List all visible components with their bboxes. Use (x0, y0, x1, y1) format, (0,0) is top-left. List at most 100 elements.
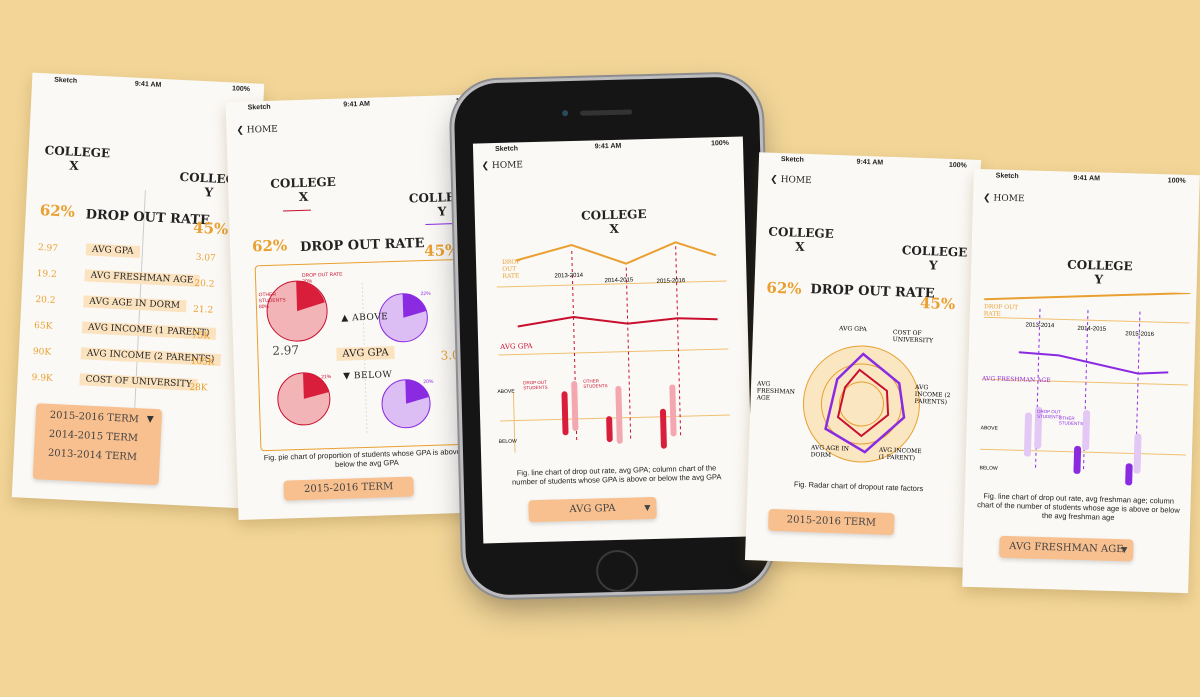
battery-label: 100% (231, 85, 251, 94)
college-x-title: COLLEGE X (768, 225, 834, 255)
metric-dropdown[interactable]: AVG GPA ▼ (528, 496, 657, 523)
y-drop-rate: 45% (919, 293, 956, 314)
pie-x-below-pct: 21% (321, 374, 332, 381)
term-option[interactable]: 2014-2015 TERM (49, 429, 147, 445)
term-button[interactable]: 2015-2016 TERM (767, 508, 895, 536)
avg-gpa-axis-label: AVG GPA (500, 342, 533, 351)
x-metric-value: 20.2 (35, 295, 56, 306)
x-metric-value: 65K (33, 320, 53, 332)
metric-row: 90K AVG INCOME (2 PARENTS) 105K (18, 344, 251, 371)
x-metric-value: 2.97 (37, 243, 59, 255)
status-bar: Sketch 9:41 AM 100% (32, 73, 264, 98)
above-label: ▲ ABOVE (341, 312, 389, 324)
metric-row: 2.97 AVG GPA 3.07 (24, 240, 257, 267)
drop-out-axis-label: DROP OUT RATE (501, 258, 521, 280)
term-tick: 2014-2015 (1077, 325, 1107, 333)
column-bar (669, 384, 677, 437)
time-label: 9:41 AM (134, 80, 162, 89)
x-metric-value: 90K (32, 346, 52, 358)
home-button[interactable]: ❮ HOME (481, 160, 523, 171)
column-bar (659, 408, 667, 449)
pie-y-below (381, 379, 431, 429)
y-metric-value: 20.2 (194, 278, 215, 290)
dropdown-arrow-icon: ▼ (146, 414, 154, 425)
radar-label: AVG INCOME (1 PARENT) (878, 446, 922, 462)
home-label: HOME (246, 124, 278, 136)
term-option[interactable]: 2013-2014 TERM (48, 448, 146, 464)
metric-row: 9.9K COST OF UNIVERSITY 28K (17, 370, 250, 397)
college-x-title: COLLEGE X (579, 207, 650, 237)
time-label: 9:41 AM (1073, 174, 1101, 183)
home-button[interactable]: ❮ HOME (983, 193, 1025, 204)
line-column-chart (980, 292, 1191, 486)
home-physical-button[interactable] (595, 549, 639, 593)
above-text: ABOVE (351, 312, 389, 324)
home-label: HOME (993, 193, 1025, 205)
college-x-title: COLLEGE X (268, 175, 339, 205)
speaker (580, 109, 633, 116)
battery-label: 100% (1167, 177, 1186, 185)
drop-out-axis-label: DROP OUT RATE (983, 303, 1019, 318)
above-label: ABOVE (497, 388, 515, 396)
x-metric-value: 9.9K (31, 372, 53, 384)
metric-label: COST OF UNIVERSITY (79, 373, 199, 392)
y-drop-rate: 45% (423, 240, 460, 261)
college-y-title: COLLEGE Y (1067, 258, 1133, 288)
term-option[interactable]: 2015-2016 TERM (50, 410, 148, 426)
status-bar: Sketch 9:41 AM 100% (225, 94, 487, 116)
x-drop-rate: 62% (251, 236, 288, 256)
time-label: 9:41 AM (856, 158, 884, 167)
term-tick: 2014-2015 (604, 277, 634, 285)
pie-other-label: OTHER STUDENTS 80% (258, 291, 286, 311)
column-axis (500, 414, 731, 422)
radar-label: AVG FRESHMAN AGE (756, 380, 796, 402)
drop-out-rate-line (515, 241, 717, 265)
phone-device: Sketch 9:41 AM 100% ❮ HOME COLLEGE X DRO… (453, 76, 772, 596)
term-tick: 2013-2014 (1025, 322, 1055, 330)
freshman-age-line (1018, 351, 1169, 375)
screen-line-gpa: Sketch 9:41 AM 100% ❮ HOME COLLEGE X DRO… (472, 136, 754, 544)
term-button[interactable]: 2015-2016 TERM (283, 476, 414, 501)
metric-label: AVG AGE IN DORM (83, 295, 187, 313)
other-students-label: OTHER STUDENTS (583, 378, 608, 389)
above-label: ABOVE (980, 425, 998, 432)
column-bar (615, 385, 623, 444)
metric-label: AVG FRESHMAN AGE (84, 269, 200, 287)
column-bar (1023, 412, 1033, 457)
drop-out-rate-line (984, 292, 1191, 301)
metric-row: 20.2 AVG AGE IN DORM 21.2 (21, 292, 254, 319)
avg-gpa-line (517, 316, 718, 328)
metric-dropdown-label: AVG GPA (569, 502, 616, 516)
pie-y-above-pct: 22% (420, 290, 431, 298)
column-bar (1073, 445, 1082, 474)
college-y-title: COLLEGE Y (901, 243, 968, 273)
column-bar (1082, 410, 1091, 451)
column-bar (561, 391, 569, 436)
column-axis (980, 448, 1186, 456)
college-x-label: COLLEGE X (270, 174, 336, 204)
pie-panel: DROP OUT RATE 20% OTHER STUDENTS 80% 22%… (254, 258, 477, 452)
pie-x-above (266, 280, 328, 342)
column-bar (606, 416, 613, 443)
home-button[interactable]: ❮ HOME (236, 125, 278, 136)
drop-out-rate-label: DROP OUT RATE (810, 282, 935, 302)
radar-label: AVG INCOME (2 PARENTS) (914, 383, 951, 406)
college-x-label: COLLEGE X (580, 207, 647, 237)
college-x-label: COLLEGE X (44, 143, 111, 173)
drop-out-rate-label: DROP OUT RATE (85, 207, 211, 229)
metric-row: 65K AVG INCOME (1 PARENT) 75K (20, 318, 253, 345)
metric-row: 19.2 AVG FRESHMAN AGE 20.2 (22, 266, 255, 293)
home-label: HOME (491, 160, 524, 172)
battery-label: 100% (948, 161, 967, 170)
avg-gpa-label: AVG GPA (336, 346, 395, 361)
y-metric-value: 28K (189, 382, 208, 394)
column-bar (1133, 433, 1142, 474)
status-bar: Sketch 9:41 AM 100% (473, 137, 743, 158)
term-dropdown[interactable]: 2015-2016 TERM 2014-2015 TERM 2013-2014 … (32, 403, 163, 486)
home-button[interactable]: ❮ HOME (770, 175, 812, 186)
metric-dropdown-label: AVG FRESHMAN AGE (1009, 541, 1124, 556)
y-metric-value: 75K (191, 330, 211, 342)
x-gpa-value: 2.97 (272, 343, 300, 358)
metric-dropdown[interactable]: AVG FRESHMAN AGE ▼ (999, 535, 1134, 562)
term-tick: 2015-2016 (656, 278, 686, 285)
